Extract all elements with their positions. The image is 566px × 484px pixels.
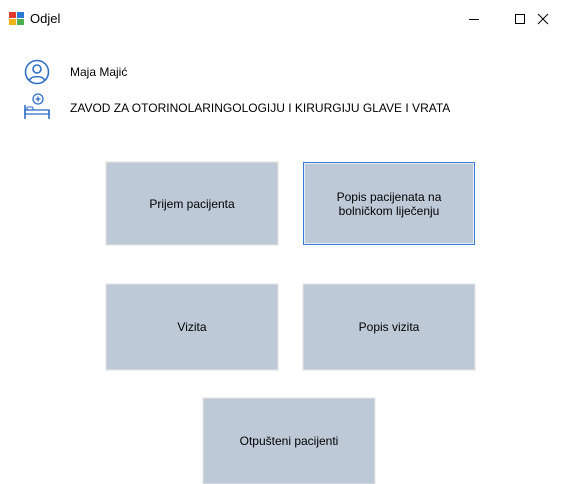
app-window-icon — [9, 12, 24, 25]
department-name: ZAVOD ZA OTORINOLARINGOLOGIJU I KIRURGIJ… — [70, 101, 451, 115]
discharged-patients-button[interactable]: Otpušteni pacijenti — [203, 398, 375, 484]
window-title: Odjel — [30, 11, 61, 26]
close-button[interactable] — [520, 0, 566, 37]
hospitalized-patients-list-button[interactable]: Popis pacijenata na bolničkom liječenju — [303, 162, 475, 245]
patient-admission-button[interactable]: Prijem pacijenta — [106, 162, 278, 245]
minimize-button[interactable] — [451, 0, 497, 37]
discharged-patients-label: Otpušteni pacijenti — [239, 434, 339, 448]
patient-admission-label: Prijem pacijenta — [149, 196, 235, 211]
ward-rounds-list-label: Popis vizita — [358, 320, 420, 334]
close-icon — [537, 13, 549, 24]
user-circle-icon — [24, 59, 50, 85]
ward-round-label: Vizita — [177, 320, 207, 334]
title-bar: Odjel — [0, 0, 566, 37]
hospital-bed-icon — [24, 93, 50, 119]
hospitalized-patients-list-label: Popis pacijenata na bolničkom liječenju — [336, 189, 442, 218]
user-name: Maja Majić — [70, 65, 128, 79]
ward-round-button[interactable]: Vizita — [106, 284, 278, 370]
minimize-icon — [469, 18, 479, 20]
ward-rounds-list-button[interactable]: Popis vizita — [303, 284, 475, 370]
